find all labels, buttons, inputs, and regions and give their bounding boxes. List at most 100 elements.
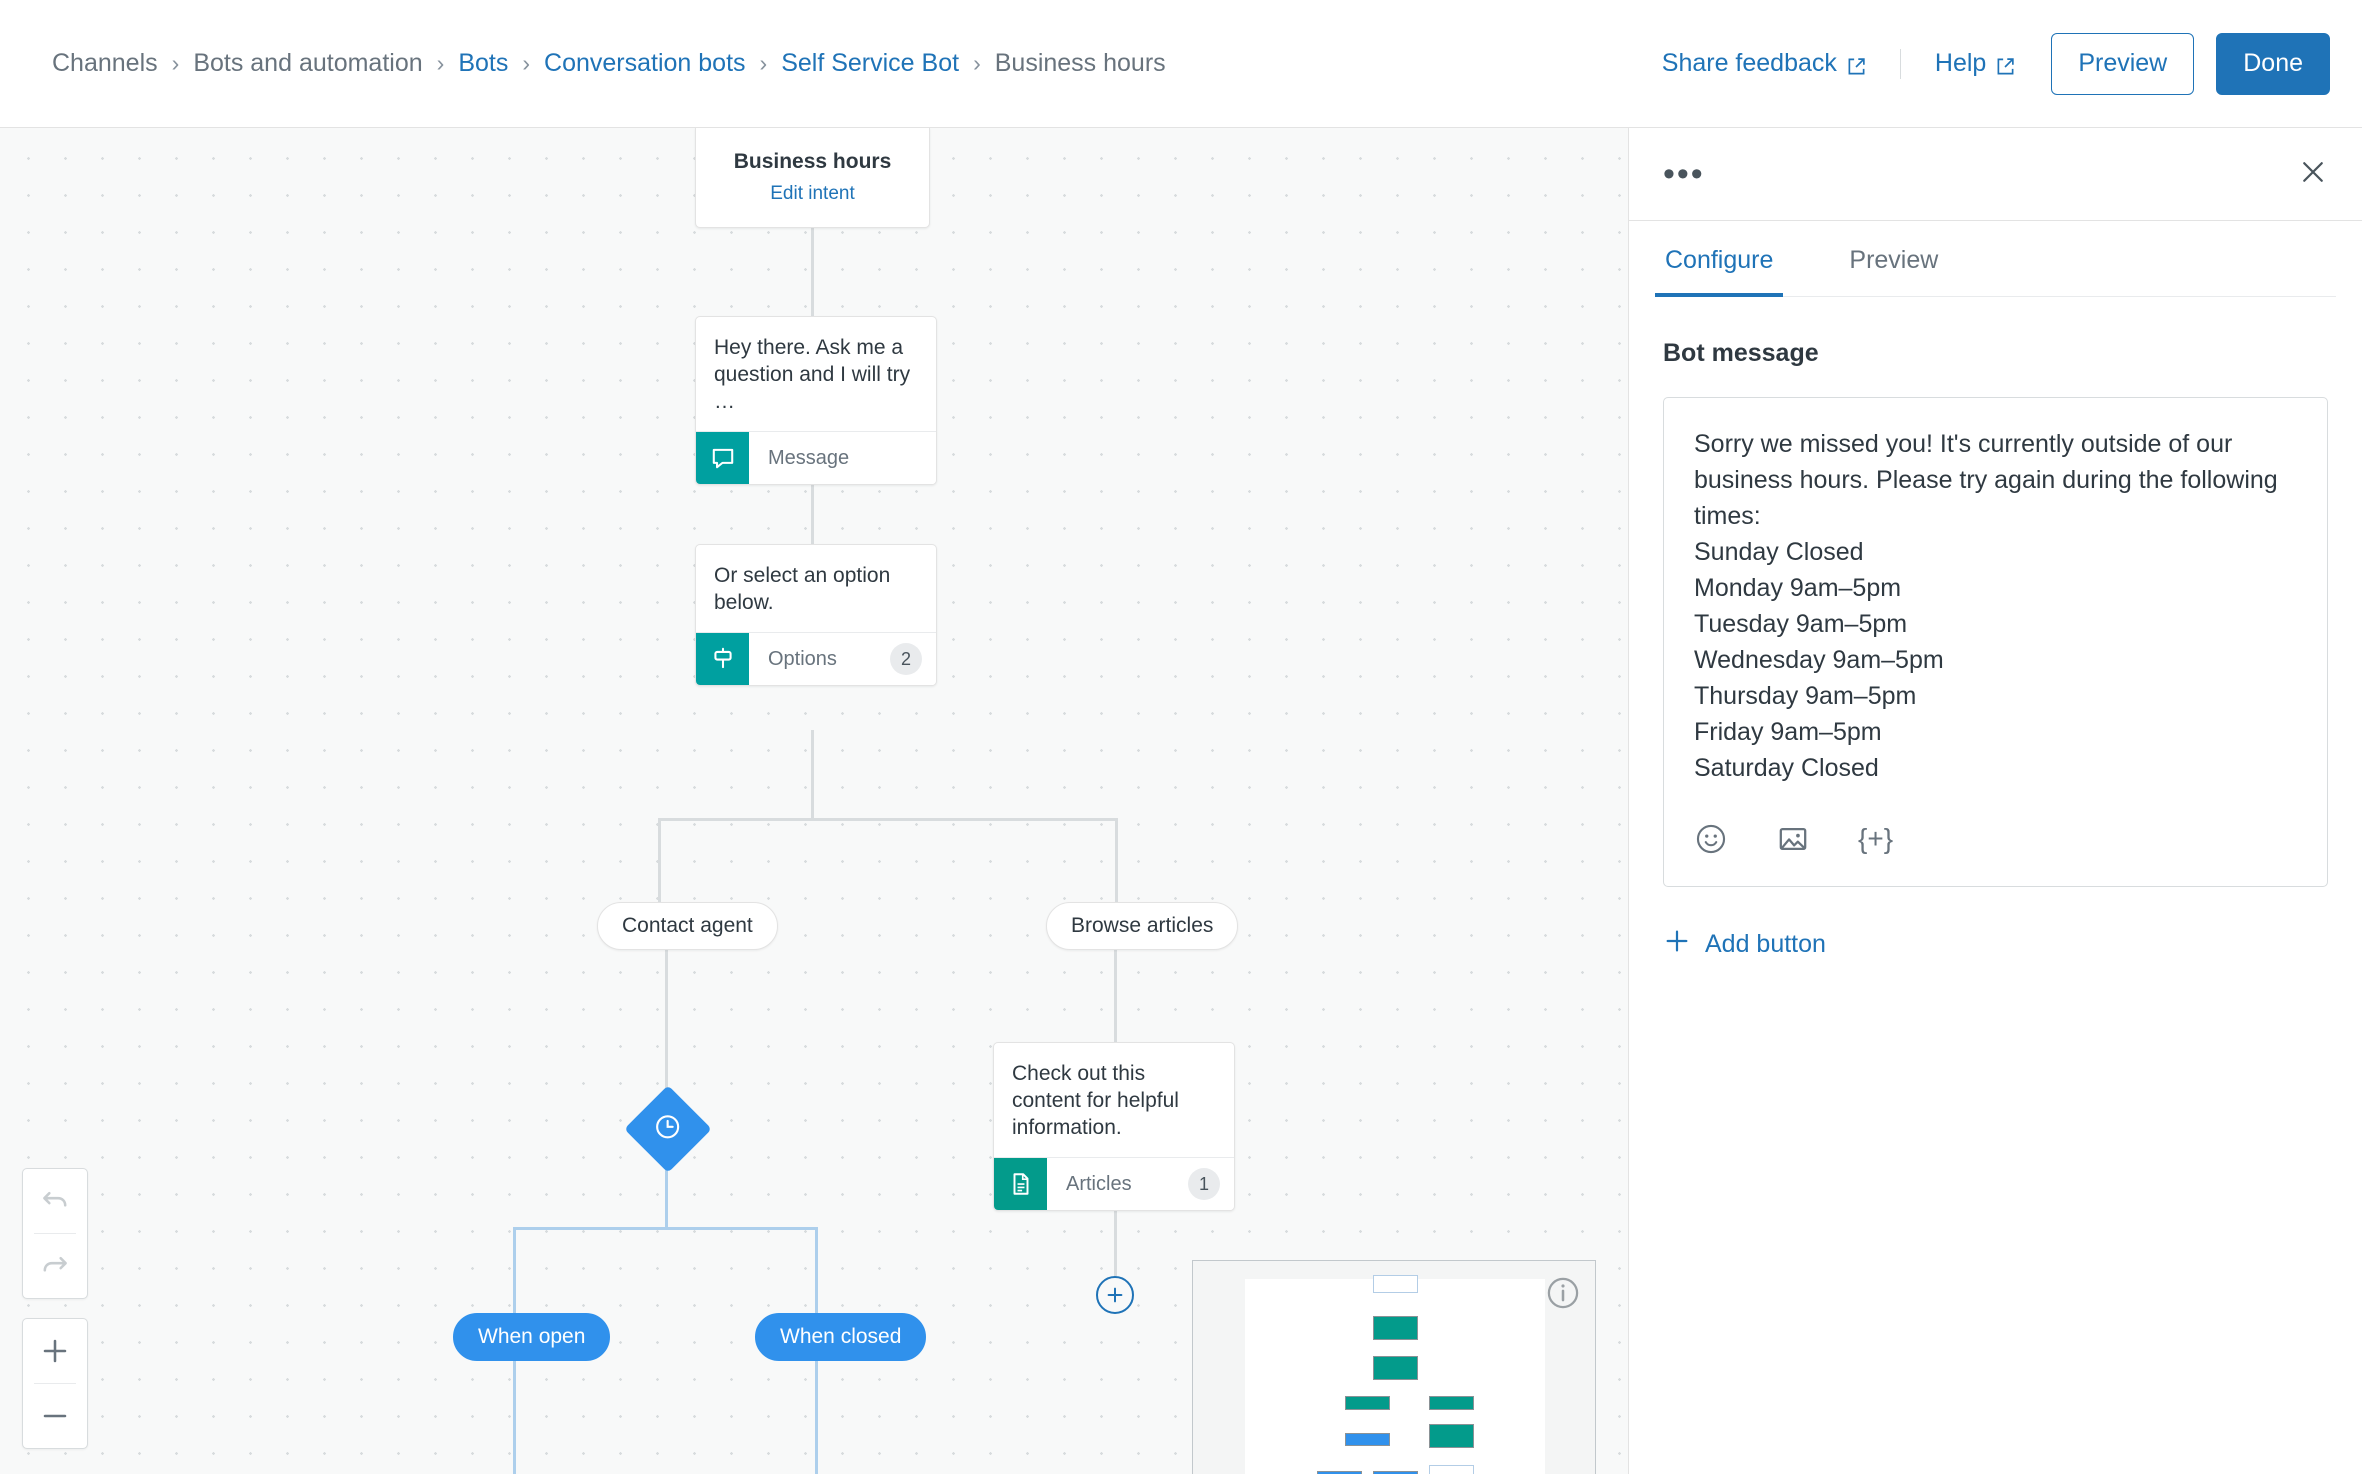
node-message-greeting[interactable]: Hey there. Ask me a question and I will … [695,316,937,485]
connector [811,228,814,316]
node-footer: Message [696,431,936,484]
zoom-out-button[interactable] [22,1384,88,1448]
node-type-label: Articles [1066,1172,1132,1195]
node-footer: Articles 1 [994,1157,1234,1210]
connector [1115,818,1118,902]
minimap-node [1345,1433,1390,1446]
option-pill-browse-articles[interactable]: Browse articles [1046,902,1239,950]
minimap-node [1429,1424,1474,1448]
bot-message-text[interactable]: Sorry we missed you! It's currently outs… [1694,426,2297,786]
add-button-label: Add button [1705,930,1826,958]
emoji-icon[interactable] [1694,822,1728,856]
node-body: Check out this content for helpful infor… [994,1043,1234,1157]
connector [811,730,814,818]
help-link[interactable]: Help [1935,49,2015,78]
breadcrumb-separator: › [973,50,981,76]
preview-button[interactable]: Preview [2051,32,2195,95]
help-label: Help [1934,49,1987,77]
breadcrumb-separator: › [759,50,768,76]
configure-panel: ••• Configure Preview Bot message Sorry … [1629,128,2362,1474]
share-feedback-link[interactable]: Share feedback [1662,49,1866,78]
panel-tabs: Configure Preview [1655,221,2336,297]
add-button-button[interactable]: Add button [1663,927,2328,962]
done-button[interactable]: Done [2216,32,2330,95]
condition-node-business-hours[interactable] [624,1085,712,1173]
breadcrumb-separator: › [171,50,180,76]
options-icon [696,632,749,685]
connector [658,818,1118,821]
top-bar-actions: Share feedback Help Preview Done [1662,32,2330,95]
breadcrumb: Channels › Bots and automation › Bots › … [52,49,1166,78]
image-icon[interactable] [1776,822,1810,856]
minimap-node [1373,1275,1418,1293]
breadcrumb-item-bots-and-automation[interactable]: Bots and automation [193,49,422,78]
redo-button[interactable] [22,1234,88,1298]
divider [1899,48,1901,79]
close-icon[interactable] [2298,157,2328,192]
option-pill-contact-agent[interactable]: Contact agent [597,902,778,950]
connector-selected [815,1361,818,1474]
connector-selected [513,1227,516,1313]
external-link-icon [1996,54,2015,75]
minimap-node [1373,1356,1418,1380]
node-count-badge: 1 [1188,1168,1220,1200]
intent-node[interactable]: Business hours Edit intent [695,128,930,228]
articles-icon [994,1157,1047,1210]
panel-header: ••• [1629,128,2362,221]
edit-intent-link[interactable]: Edit intent [770,183,855,205]
branch-pill-when-closed[interactable]: When closed [755,1313,927,1361]
message-icon [696,431,749,484]
plus-icon [1663,927,1691,962]
connector-selected [513,1227,818,1230]
bot-message-editor[interactable]: Sorry we missed you! It's currently outs… [1663,397,2328,887]
share-feedback-label: Share feedback [1661,49,1837,77]
breadcrumb-item-channels[interactable]: Channels [52,49,158,78]
clock-icon [653,1112,683,1147]
node-text: Hey there. Ask me a question and I will … [714,336,911,413]
node-text: Check out this content for helpful infor… [1012,1062,1179,1139]
breadcrumb-separator: › [436,50,445,76]
node-text: Or select an option below. [714,564,891,614]
connector [658,818,661,902]
tab-configure[interactable]: Configure [1655,246,1784,297]
add-step-button[interactable] [1096,1276,1134,1314]
minimap[interactable] [1192,1260,1596,1474]
breadcrumb-item-conversation-bots[interactable]: Conversation bots [544,49,746,78]
minimap-node [1373,1316,1418,1340]
minimap-node [1345,1396,1390,1410]
top-bar: Channels › Bots and automation › Bots › … [0,0,2362,128]
panel-divider [1628,128,1629,1474]
panel-body: Bot message Sorry we missed you! It's cu… [1629,297,2362,962]
node-footer: Options 2 [696,632,936,685]
flow-canvas[interactable]: Business hours Edit intent Hey there. As… [0,128,1628,1474]
undo-redo-controls [22,1168,88,1299]
section-title-bot-message: Bot message [1663,339,1819,367]
editor-toolbar: {+} [1694,822,2297,856]
zoom-controls [22,1318,88,1449]
node-type-label: Options [768,647,837,670]
node-count-badge: 2 [890,643,922,675]
connector [1114,950,1117,1042]
node-body: Hey there. Ask me a question and I will … [696,317,936,431]
breadcrumb-item-self-service-bot[interactable]: Self Service Bot [781,49,959,78]
node-articles[interactable]: Check out this content for helpful infor… [993,1042,1235,1211]
tab-preview[interactable]: Preview [1839,246,1948,297]
connector-selected [815,1227,818,1313]
node-body: Or select an option below. [696,545,936,632]
breadcrumb-separator: › [522,50,531,76]
minimap-node [1429,1396,1474,1410]
placeholder-icon[interactable]: {+} [1858,823,1893,855]
zoom-in-button[interactable] [22,1319,88,1383]
connector [665,950,668,1100]
more-options-icon[interactable]: ••• [1663,157,1705,191]
breadcrumb-item-bots[interactable]: Bots [458,49,508,78]
connector-selected [513,1361,516,1474]
info-icon[interactable] [1545,1275,1581,1316]
node-options[interactable]: Or select an option below. Options 2 [695,544,937,686]
minimap-node [1429,1465,1474,1474]
breadcrumb-item-business-hours: Business hours [994,49,1166,77]
external-link-icon [1847,54,1866,75]
node-type-label: Message [768,446,850,469]
branch-pill-when-open[interactable]: When open [453,1313,611,1361]
undo-button[interactable] [22,1169,88,1233]
